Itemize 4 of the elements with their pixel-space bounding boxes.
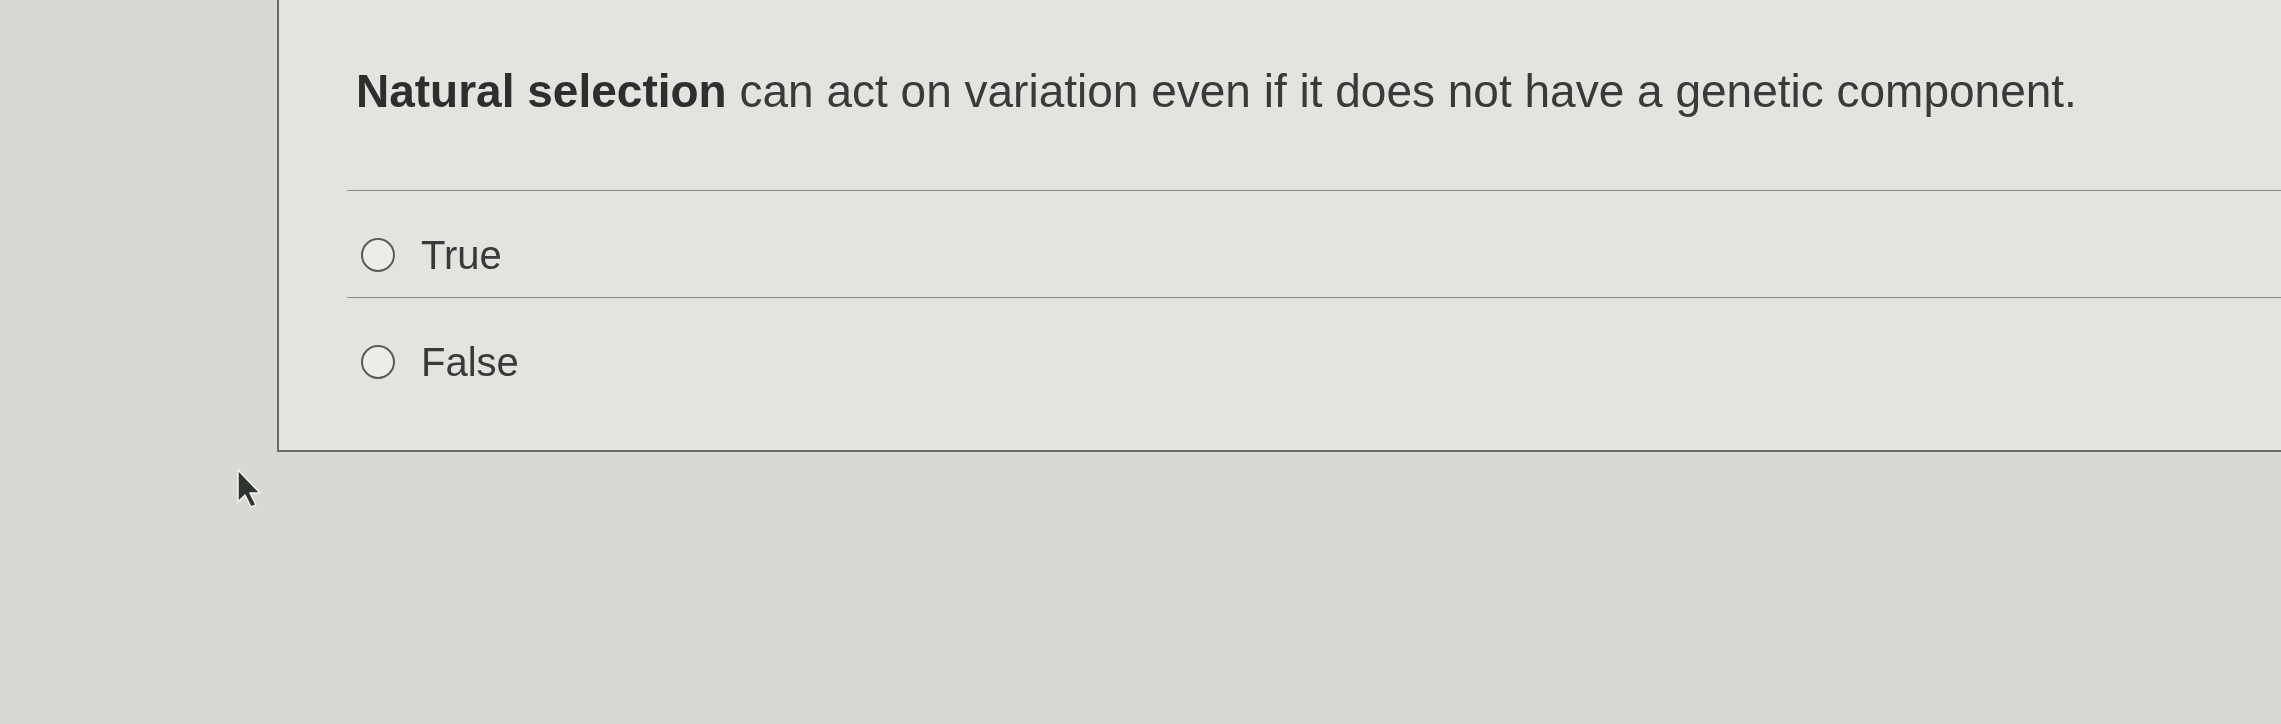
radio-option[interactable]: False	[361, 340, 519, 384]
radio-option[interactable]: True	[361, 233, 502, 277]
question-text: Natural selection can act on variation even if it does not have a genetic component.	[347, 0, 2281, 191]
pointer-cursor-icon	[236, 468, 262, 508]
